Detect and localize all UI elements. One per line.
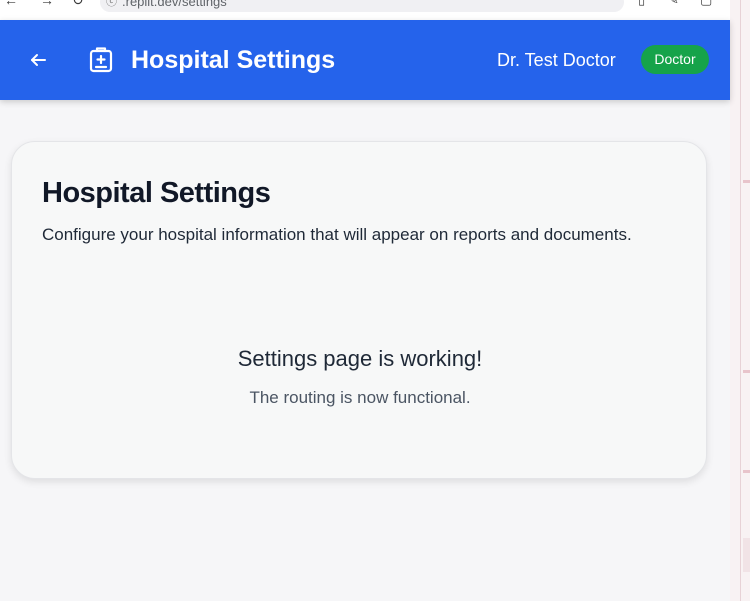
browser-toolbar: ← → ↻ ⓒ .replit.dev/settings ▯ ✎ ▢ — [0, 0, 730, 20]
address-bar-text: .replit.dev/settings — [122, 0, 227, 9]
settings-card: Hospital Settings Configure your hospita… — [11, 141, 707, 479]
status-subtext: The routing is now functional. — [249, 388, 471, 407]
arrow-left-icon — [31, 54, 46, 66]
page-title: Hospital Settings — [42, 177, 271, 209]
address-bar[interactable]: ⓒ .replit.dev/settings — [100, 0, 624, 12]
browser-forward-icon[interactable]: → — [40, 0, 54, 8]
role-badge: Doctor — [641, 45, 709, 74]
extensions-icon[interactable]: ▢ — [700, 0, 712, 8]
adjacent-window-edge — [730, 0, 750, 601]
browser-reload-icon[interactable]: ↻ — [72, 0, 84, 9]
page-description: Configure your hospital information that… — [42, 225, 632, 244]
back-button[interactable] — [26, 48, 50, 72]
status-message: Settings page is working! — [237, 346, 483, 371]
edit-icon[interactable]: ✎ — [668, 0, 679, 8]
reader-mode-icon[interactable]: ▯ — [638, 0, 645, 8]
app-header: Hospital Settings Dr. Test Doctor Doctor — [0, 20, 730, 100]
browser-back-icon[interactable]: ← — [4, 0, 18, 8]
user-name: Dr. Test Doctor — [497, 50, 616, 70]
site-info-icon[interactable]: ⓒ — [106, 0, 117, 12]
header-title: Hospital Settings — [131, 46, 336, 74]
hospital-clipboard-icon — [86, 45, 116, 75]
